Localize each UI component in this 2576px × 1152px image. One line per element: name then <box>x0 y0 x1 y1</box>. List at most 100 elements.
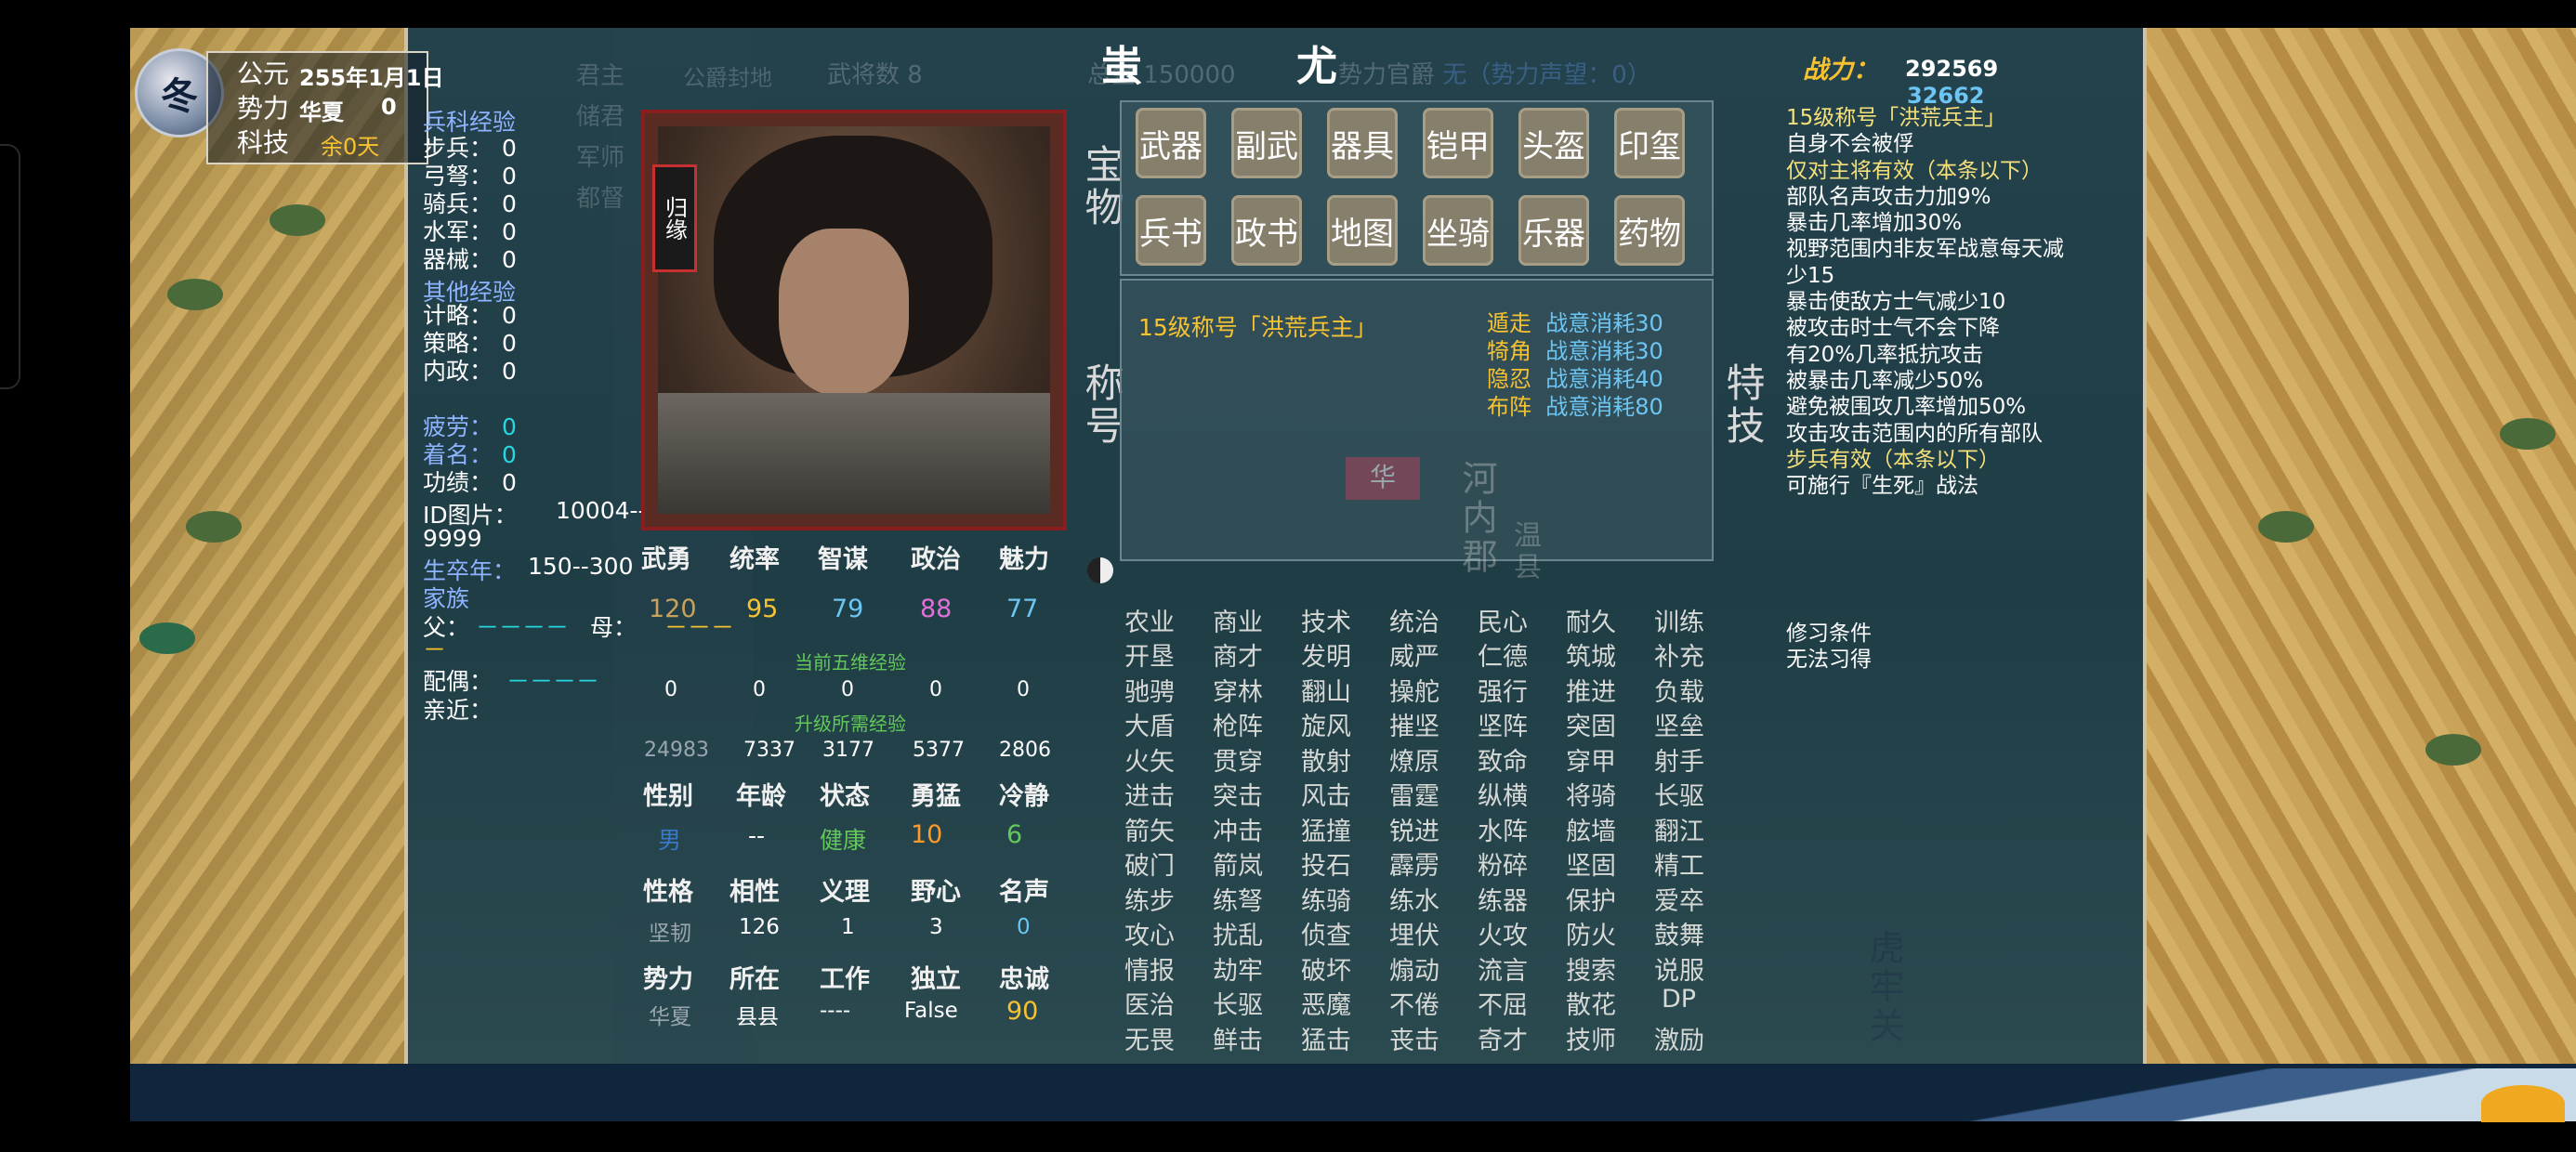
skill-cell[interactable]: 穿林 <box>1213 672 1263 708</box>
military-book-slot-button[interactable]: 兵书 <box>1136 195 1206 266</box>
skill-cell[interactable]: 火矢 <box>1124 741 1175 778</box>
skill-cell[interactable]: 枪阵 <box>1213 706 1263 742</box>
map-left[interactable] <box>130 28 411 1064</box>
helmet-slot-button[interactable]: 头盔 <box>1518 108 1589 178</box>
skill-cell[interactable]: 补充 <box>1654 636 1704 673</box>
skill-cell[interactable]: 攻心 <box>1124 915 1175 951</box>
skill-cell[interactable]: 燎原 <box>1389 741 1439 778</box>
skill-cell[interactable]: 恶魔 <box>1301 985 1351 1021</box>
skill-cell[interactable]: 耐久 <box>1566 602 1616 638</box>
skill-cell[interactable]: 练弩 <box>1213 881 1263 917</box>
weapon-slot-button[interactable]: 武器 <box>1136 108 1206 178</box>
skill-cell[interactable]: 突击 <box>1213 776 1263 812</box>
skill-cell[interactable]: 破坏 <box>1301 950 1351 987</box>
skill-cell[interactable]: 锐进 <box>1389 811 1439 847</box>
skill-cell[interactable]: 防火 <box>1566 915 1616 951</box>
yin-yang-icon[interactable] <box>1087 557 1113 583</box>
skill-cell[interactable]: 雷霆 <box>1389 776 1439 812</box>
politics-book-slot-button[interactable]: 政书 <box>1231 195 1302 266</box>
skill-cell[interactable]: 猛撞 <box>1301 811 1351 847</box>
skill-cell[interactable]: 保护 <box>1566 881 1616 917</box>
skill-cell[interactable]: 散花 <box>1566 985 1616 1021</box>
skill-cell[interactable]: 突固 <box>1566 706 1616 742</box>
skill-cell[interactable]: 筑城 <box>1566 636 1616 673</box>
skill-cell[interactable]: 翻江 <box>1654 811 1704 847</box>
skill-cell[interactable]: 长驱 <box>1654 776 1704 812</box>
skill-cell[interactable]: 舷墙 <box>1566 811 1616 847</box>
skill-cell[interactable]: 医治 <box>1124 985 1175 1021</box>
skill-cell[interactable]: 开垦 <box>1124 636 1175 673</box>
skill-cell[interactable]: 民心 <box>1478 602 1528 638</box>
skill-cell[interactable]: 驰骋 <box>1124 672 1175 708</box>
medicine-slot-button[interactable]: 药物 <box>1614 195 1685 266</box>
skill-cell[interactable]: 练骑 <box>1301 881 1351 917</box>
skill-cell[interactable]: 强行 <box>1478 672 1528 708</box>
skill-cell[interactable]: 纵横 <box>1478 776 1528 812</box>
skill-cell[interactable]: 破门 <box>1124 845 1175 882</box>
skill-cell[interactable]: 投石 <box>1301 845 1351 882</box>
skill-cell[interactable]: 精工 <box>1654 845 1704 882</box>
skill-cell[interactable]: 丧击 <box>1389 1020 1439 1056</box>
skill-cell[interactable]: 旋风 <box>1301 706 1351 742</box>
skill-cell[interactable]: 爱卒 <box>1654 881 1704 917</box>
skill-cell[interactable]: 流言 <box>1478 950 1528 987</box>
skill-cell[interactable]: 推进 <box>1566 672 1616 708</box>
skill-cell[interactable]: 翻山 <box>1301 672 1351 708</box>
skill-cell[interactable]: 技术 <box>1301 602 1351 638</box>
map-slot-button[interactable]: 地图 <box>1327 195 1398 266</box>
skill-cell[interactable]: 训练 <box>1654 602 1704 638</box>
skill-cell[interactable]: 搜索 <box>1566 950 1616 987</box>
skill-cell[interactable]: 情报 <box>1124 950 1175 987</box>
mount-slot-button[interactable]: 坐骑 <box>1423 195 1493 266</box>
skill-cell[interactable]: 粉碎 <box>1478 845 1528 882</box>
skill-cell[interactable]: 冲击 <box>1213 811 1263 847</box>
skill-cell[interactable]: 不倦 <box>1389 985 1439 1021</box>
skill-cell[interactable]: 摧坚 <box>1389 706 1439 742</box>
skill-cell[interactable]: 操舵 <box>1389 672 1439 708</box>
skill-cell[interactable]: 威严 <box>1389 636 1439 673</box>
skill-cell[interactable]: 无畏 <box>1124 1020 1175 1056</box>
skill-cell[interactable]: 箭矢 <box>1124 811 1175 847</box>
skill-cell[interactable]: 煽动 <box>1389 950 1439 987</box>
skill-cell[interactable]: 箭岚 <box>1213 845 1263 882</box>
skill-cell[interactable]: 激励 <box>1654 1020 1704 1056</box>
skill-cell[interactable]: 仁德 <box>1478 636 1528 673</box>
skill-cell[interactable]: 穿甲 <box>1566 741 1616 778</box>
skill-cell[interactable]: 劫牢 <box>1213 950 1263 987</box>
skill-cell[interactable]: 负载 <box>1654 672 1704 708</box>
skill-cell[interactable]: 奇才 <box>1478 1020 1528 1056</box>
skill-cell[interactable]: 技师 <box>1566 1020 1616 1056</box>
skill-cell[interactable]: 练器 <box>1478 881 1528 917</box>
skill-cell[interactable]: 商才 <box>1213 636 1263 673</box>
skill-cell[interactable]: 商业 <box>1213 602 1263 638</box>
skill-cell[interactable]: 致命 <box>1478 741 1528 778</box>
instrument-slot-button[interactable]: 乐器 <box>1518 195 1589 266</box>
skill-cell[interactable]: 不屈 <box>1478 985 1528 1021</box>
skill-cell[interactable]: DP <box>1662 985 1696 1014</box>
skill-cell[interactable]: 发明 <box>1301 636 1351 673</box>
skill-cell[interactable]: 射手 <box>1654 741 1704 778</box>
skill-cell[interactable]: 统治 <box>1389 602 1439 638</box>
tool-slot-button[interactable]: 器具 <box>1327 108 1398 178</box>
bottom-corner-icon[interactable] <box>2481 1085 2565 1122</box>
skill-cell[interactable]: 风击 <box>1301 776 1351 812</box>
skill-cell[interactable]: 坚阵 <box>1478 706 1528 742</box>
skill-cell[interactable]: 散射 <box>1301 741 1351 778</box>
skill-cell[interactable]: 农业 <box>1124 602 1175 638</box>
skill-cell[interactable]: 扰乱 <box>1213 915 1263 951</box>
skill-cell[interactable]: 坚垒 <box>1654 706 1704 742</box>
skill-cell[interactable]: 贯穿 <box>1213 741 1263 778</box>
skill-cell[interactable]: 练步 <box>1124 881 1175 917</box>
skill-cell[interactable]: 将骑 <box>1566 776 1616 812</box>
skill-cell[interactable]: 大盾 <box>1124 706 1175 742</box>
skill-cell[interactable]: 侦查 <box>1301 915 1351 951</box>
seal-slot-button[interactable]: 印玺 <box>1614 108 1685 178</box>
armor-slot-button[interactable]: 铠甲 <box>1423 108 1493 178</box>
skill-cell[interactable]: 长驱 <box>1213 985 1263 1021</box>
general-portrait[interactable]: 归缘 <box>641 110 1067 530</box>
skill-cell[interactable]: 霹雳 <box>1389 845 1439 882</box>
skill-cell[interactable]: 说服 <box>1654 950 1704 987</box>
skill-cell[interactable]: 进击 <box>1124 776 1175 812</box>
skill-cell[interactable]: 火攻 <box>1478 915 1528 951</box>
skill-cell[interactable]: 鼓舞 <box>1654 915 1704 951</box>
